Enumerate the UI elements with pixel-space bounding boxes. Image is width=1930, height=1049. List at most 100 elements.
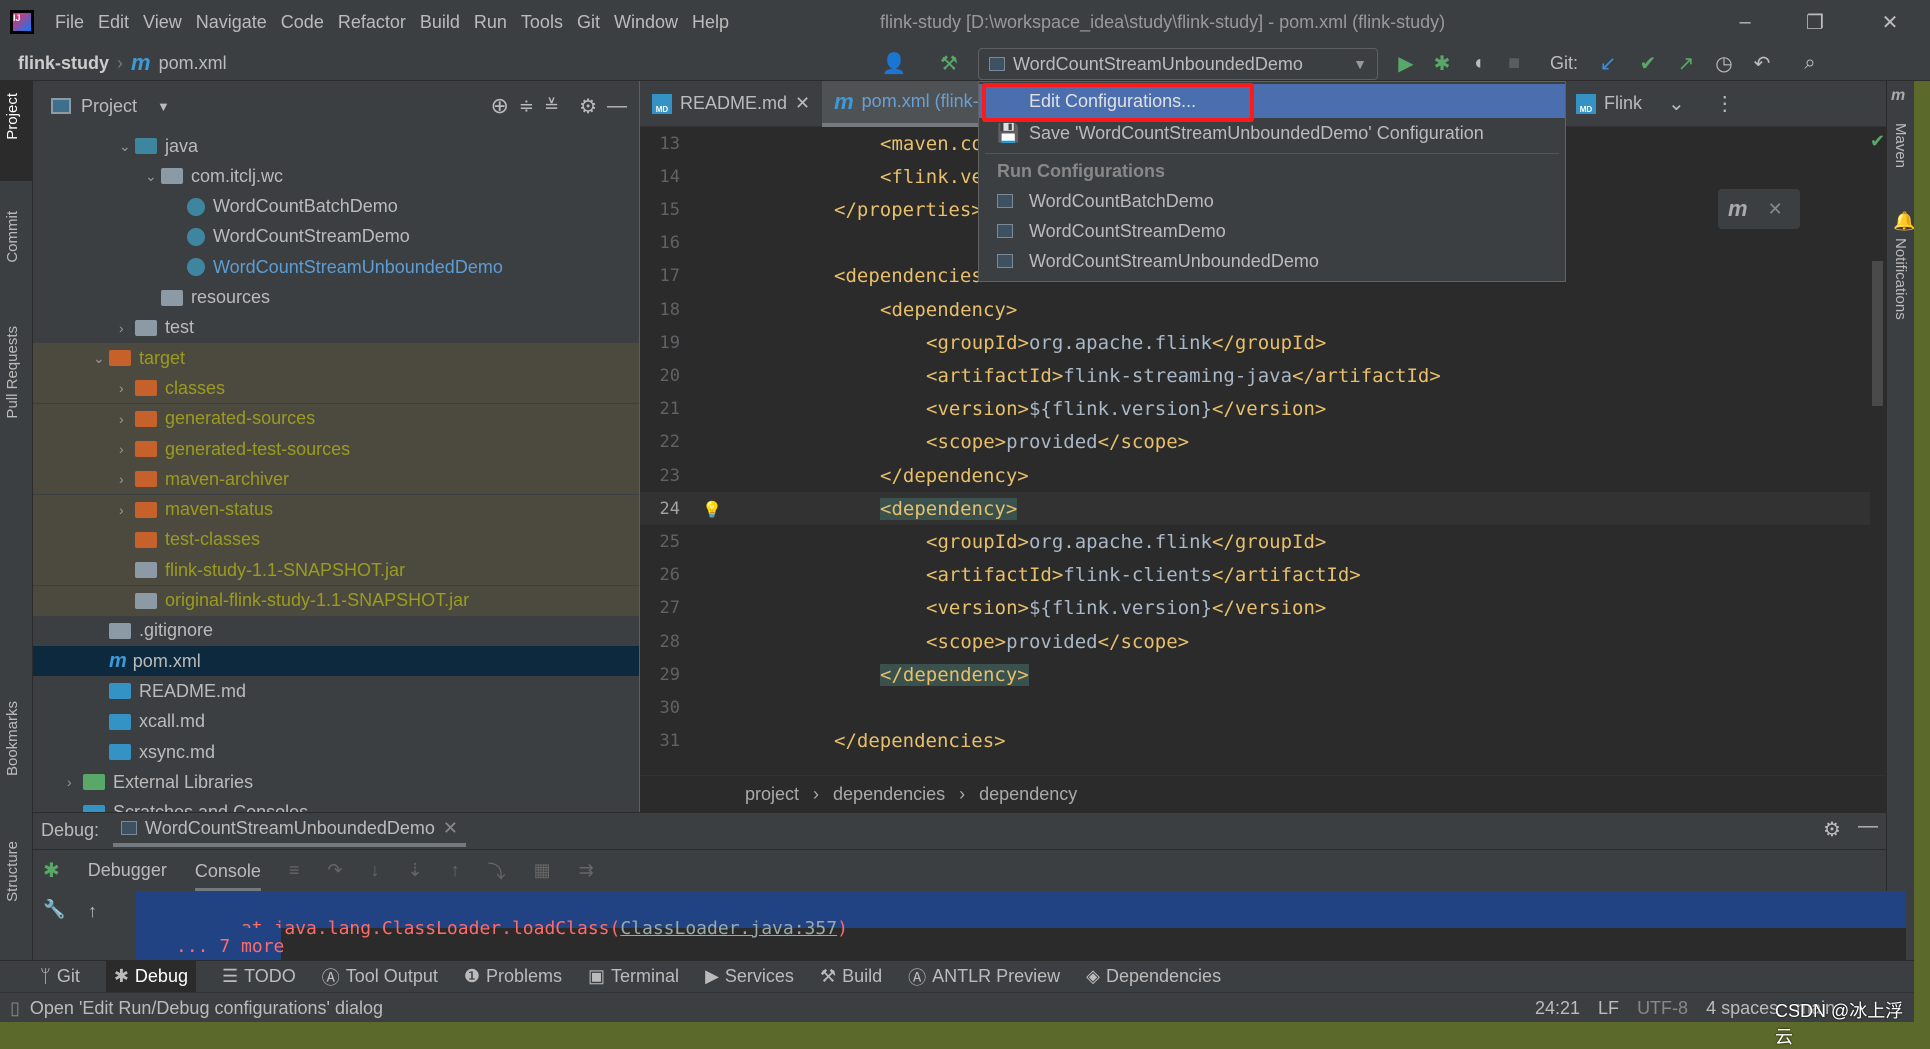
tree-item[interactable]: ⌄ target xyxy=(33,343,639,374)
chevron-icon[interactable]: › xyxy=(119,502,135,518)
menu-item-git[interactable]: Git xyxy=(577,12,600,33)
step-into-icon[interactable]: ↓ xyxy=(370,860,379,881)
breadcrumb-file[interactable]: pom.xml xyxy=(159,53,227,74)
tool-window-todo[interactable]: ☰ TODO xyxy=(222,961,296,993)
menu-item-window[interactable]: Window xyxy=(614,12,678,33)
tree-item[interactable]: m pom.xml xyxy=(33,646,639,677)
tool-window-git[interactable]: ᛘ Git xyxy=(40,961,80,993)
run-with-coverage-icon[interactable]: ◖ xyxy=(1464,48,1492,78)
menu-item-view[interactable]: View xyxy=(143,12,182,33)
code-line[interactable]: 23 </dependency> xyxy=(640,459,1870,492)
trace-icon[interactable]: ⇉ xyxy=(579,860,594,881)
tree-item[interactable]: xcall.md xyxy=(33,707,639,737)
scroll-up-icon[interactable]: ↑ xyxy=(88,901,97,922)
menu-item-code[interactable]: Code xyxy=(281,12,324,33)
caret-position[interactable]: 24:21 xyxy=(1535,998,1580,1019)
code-line[interactable]: 26 <artifactId> flink-clients </artifactId> xyxy=(640,559,1870,592)
tool-window-antlr-preview[interactable]: Ⓐ ANTLR Preview xyxy=(908,961,1060,993)
gear-icon[interactable]: ⚙ xyxy=(579,94,597,119)
tree-item[interactable]: ⌄ com.itclj.wc xyxy=(33,161,639,191)
tool-window-debug[interactable]: ✱ Debug xyxy=(105,960,196,993)
code-line[interactable]: 28 <scope> provided </scope> xyxy=(640,625,1870,658)
tree-item[interactable]: › generated-test-sources xyxy=(33,434,639,464)
stop-icon[interactable]: ■ xyxy=(1500,48,1528,78)
step-out-icon[interactable]: ↑ xyxy=(451,860,460,881)
debug-icon[interactable]: ✱ xyxy=(1428,48,1456,78)
step-over-icon[interactable]: ↷ xyxy=(327,860,342,881)
breadcrumb-item[interactable]: project xyxy=(745,784,799,805)
tree-item[interactable]: › maven-archiver xyxy=(33,464,639,495)
project-view-selector[interactable]: Project xyxy=(81,96,137,117)
menu-item-run[interactable]: Run xyxy=(474,12,507,33)
tree-item[interactable]: › generated-sources xyxy=(33,403,639,434)
console-output[interactable]: at java.lang.ClassLoader.loadClass(Class… xyxy=(136,891,1906,961)
layout-icon[interactable]: ≡ xyxy=(289,860,300,881)
debug-session-tab[interactable]: WordCountStreamUnboundedDemo ✕ xyxy=(113,813,466,847)
tree-item[interactable]: WordCountBatchDemo xyxy=(33,192,639,222)
code-line[interactable]: 18 <dependency> xyxy=(640,293,1870,326)
chevron-icon[interactable]: › xyxy=(119,441,135,457)
run-icon[interactable]: ▶ xyxy=(1392,48,1420,78)
close-icon[interactable]: ✕ xyxy=(795,93,810,114)
chevron-icon[interactable]: › xyxy=(119,411,135,427)
close-button[interactable]: ✕ xyxy=(1865,0,1915,45)
minimize-button[interactable]: – xyxy=(1720,0,1770,45)
chevron-icon[interactable]: › xyxy=(67,774,83,790)
chevron-icon[interactable]: › xyxy=(119,471,135,487)
tool-tab-maven[interactable]: Maven xyxy=(1892,123,1909,168)
run-configuration-item[interactable]: WordCountStreamDemo xyxy=(979,216,1565,246)
code-line[interactable]: 19 <groupId> org.apache.flink </groupId> xyxy=(640,326,1870,359)
tab-debugger[interactable]: Debugger xyxy=(88,860,167,881)
gear-icon[interactable]: ⚙ xyxy=(1823,817,1841,842)
tree-item[interactable]: xsync.md xyxy=(33,737,639,767)
tree-item[interactable]: README.md xyxy=(33,676,639,706)
tool-tab-bookmarks[interactable]: Bookmarks xyxy=(4,701,21,776)
chevron-icon[interactable]: ⌄ xyxy=(145,168,161,185)
code-line[interactable]: 29 </dependency> xyxy=(640,658,1870,691)
expand-all-icon[interactable]: ≑ xyxy=(519,96,534,117)
chevron-down-icon[interactable]: ⌄ xyxy=(1668,91,1685,116)
editor-tab[interactable]: MD README.md ✕ xyxy=(640,81,822,127)
code-line[interactable]: 25 <groupId> org.apache.flink </groupId> xyxy=(640,525,1870,558)
run-configuration-item[interactable]: WordCountBatchDemo xyxy=(979,186,1565,216)
tool-window-services[interactable]: ▶ Services xyxy=(705,961,794,993)
code-line[interactable]: 31 </dependencies> xyxy=(640,725,1870,758)
tool-window-build[interactable]: ⚒ Build xyxy=(820,961,882,993)
code-line[interactable]: 30 xyxy=(640,691,1870,724)
maven-reload-icon[interactable]: m xyxy=(1728,196,1748,222)
tab-console[interactable]: Console xyxy=(194,850,261,892)
status-icon[interactable]: ▯ xyxy=(10,998,20,1019)
hide-icon[interactable]: — xyxy=(607,95,627,118)
tool-tab-pull-requests[interactable]: Pull Requests xyxy=(4,326,21,419)
menu-item-edit[interactable]: Edit xyxy=(98,12,129,33)
build-hammer-icon[interactable]: ⚒ xyxy=(935,48,963,78)
tool-window-terminal[interactable]: ▣ Terminal xyxy=(588,961,679,993)
run-configuration-selector[interactable]: WordCountStreamUnboundedDemo ▼ xyxy=(978,48,1378,80)
user-icon[interactable]: 👤 xyxy=(880,48,908,78)
breadcrumb-item[interactable]: dependencies xyxy=(833,784,945,805)
tree-item[interactable]: › maven-status xyxy=(33,494,639,525)
breadcrumb-item[interactable]: dependency xyxy=(979,784,1077,805)
tree-item[interactable]: original-flink-study-1.1-SNAPSHOT.jar xyxy=(33,585,639,616)
menu-item-navigate[interactable]: Navigate xyxy=(196,12,267,33)
menu-item-tools[interactable]: Tools xyxy=(521,12,563,33)
breadcrumb-project[interactable]: flink-study xyxy=(18,53,109,74)
tree-item[interactable]: ⌄ java xyxy=(33,131,639,161)
tree-item[interactable]: › test xyxy=(33,313,639,343)
code-line[interactable]: 27 <version> ${flink.version} </version> xyxy=(640,592,1870,625)
locate-icon[interactable]: ⊕ xyxy=(490,93,508,119)
tool-tab-structure[interactable]: Structure xyxy=(4,841,21,902)
restore-button[interactable]: ❐ xyxy=(1790,0,1840,45)
close-icon[interactable]: ✕ xyxy=(1768,199,1783,220)
menu-item-help[interactable]: Help xyxy=(692,12,729,33)
menu-item-file[interactable]: File xyxy=(55,12,84,33)
tree-item[interactable]: resources xyxy=(33,283,639,313)
chevron-icon[interactable]: › xyxy=(119,320,135,336)
tool-window-dependencies[interactable]: ◈ Dependencies xyxy=(1086,961,1221,993)
tree-item[interactable]: WordCountStreamUnboundedDemo xyxy=(33,252,639,282)
evaluate-icon[interactable]: ▦ xyxy=(534,860,551,881)
run-to-cursor-icon[interactable]: ⤵ xyxy=(488,858,506,884)
chevron-icon[interactable]: ⌄ xyxy=(119,138,135,155)
collapse-all-icon[interactable]: ≚ xyxy=(544,96,559,117)
more-icon[interactable]: ⋮ xyxy=(1715,91,1735,116)
